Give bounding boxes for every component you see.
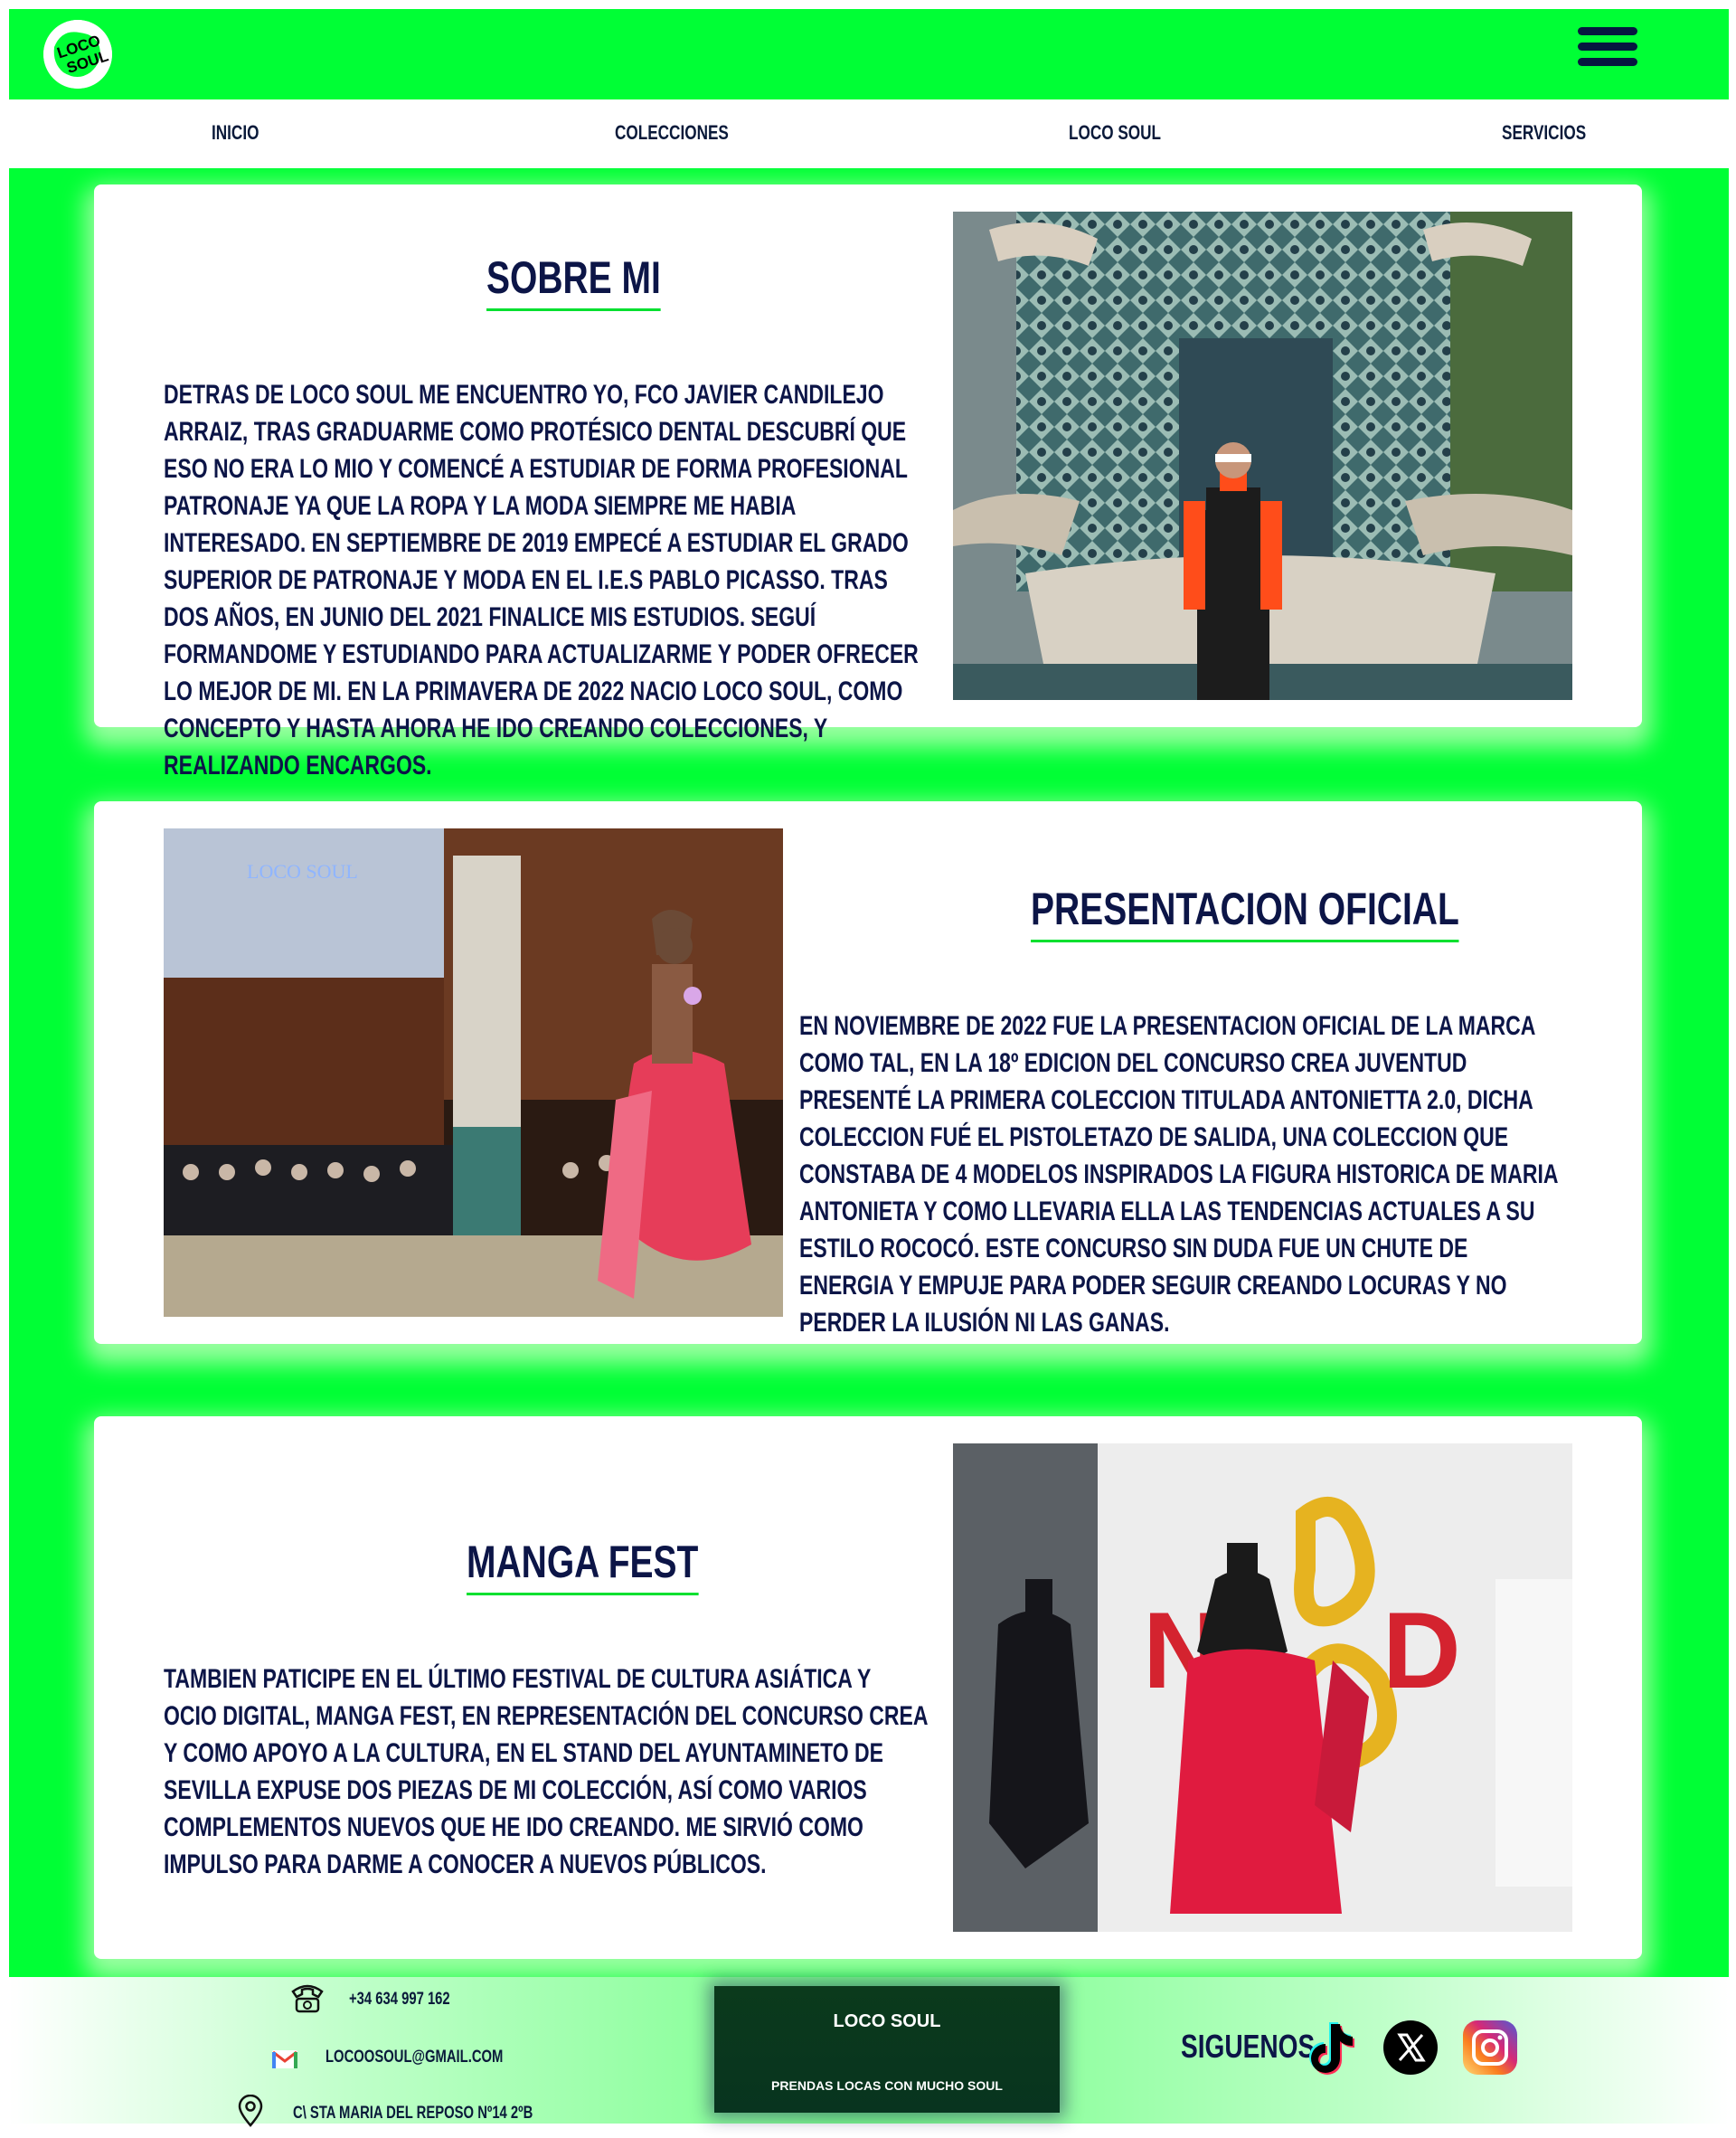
brand-name: LOCO SOUL [833, 2011, 941, 2031]
location-pin-icon [238, 2095, 263, 2127]
main-content: SOBRE MI DETRAS DE LOCO SOUL ME ENCUENTR… [9, 168, 1729, 1977]
hamburger-menu-icon[interactable] [1578, 27, 1637, 67]
svg-text:D: D [1382, 1590, 1461, 1711]
photo-caption: LOCO SOUL [247, 860, 358, 883]
brand-slogan: PRENDAS LOCAS CON MUCHO SOUL [771, 2078, 1003, 2093]
loco-soul-logo[interactable]: LOCO SOUL [43, 20, 112, 89]
email-link[interactable]: LOCOOSOUL@GMAIL.COM [326, 2048, 503, 2067]
section-text: TAMBIEN PATICIPE EN EL ÚLTIMO FESTIVAL D… [164, 1664, 928, 1879]
section-card-sobre-mi: SOBRE MI DETRAS DE LOCO SOUL ME ENCUENTR… [94, 184, 1642, 780]
phone-number[interactable]: +34 634 997 162 [349, 1990, 450, 2010]
nav-item-loco-soul[interactable]: LOCO SOUL [1069, 121, 1161, 145]
section-text: DETRAS DE LOCO SOUL ME ENCUENTRO YO, FCO… [164, 380, 919, 780]
footer: +34 634 997 162 LOCOOSOUL@GMAIL.COM C\ S… [9, 1977, 1729, 2127]
section-card-presentacion-oficial: LOCO SOUL PRESENTACION OFICIAL EN NOVIEM… [94, 801, 1642, 1344]
section-card-manga-fest: MANGA FEST TAMBIEN PATICIPE EN EL ÚLTIMO… [94, 1416, 1642, 1959]
address: C\ STA MARIA DEL REPOSO Nº14 2ºB [293, 2104, 533, 2123]
gmail-icon [272, 2050, 297, 2068]
section-title: MANGA FEST [467, 1536, 699, 1595]
phone-icon [291, 1984, 324, 2013]
section-text: EN NOVIEMBRE DE 2022 FUE LA PRESENTACION… [799, 1011, 1558, 1338]
nav-item-servicios[interactable]: SERVICIOS [1502, 121, 1586, 145]
tiktok-icon[interactable] [1304, 2019, 1362, 2077]
x-icon[interactable] [1382, 2019, 1439, 2077]
instagram-icon[interactable] [1461, 2019, 1519, 2077]
brand-box: LOCO SOUL PRENDAS LOCAS CON MUCHO SOUL [714, 1986, 1060, 2113]
photo-runway-show: LOCO SOUL [164, 828, 783, 1317]
follow-label: SIGUENOS [1181, 2028, 1316, 2065]
top-bar: LOCO SOUL [9, 9, 1729, 99]
section-title: SOBRE MI [486, 251, 661, 311]
photo-manga-fest-stand: N D [953, 1443, 1572, 1932]
nav-item-inicio[interactable]: INICIO [212, 121, 259, 145]
nav-item-colecciones[interactable]: COLECCIONES [615, 121, 729, 145]
section-title: PRESENTACION OFICIAL [1031, 883, 1459, 942]
main-nav: INICIO COLECCIONES LOCO SOUL SERVICIOS [9, 99, 1729, 168]
photo-designer-fountain [953, 212, 1572, 700]
logo-graphic: LOCO SOUL [43, 20, 112, 89]
